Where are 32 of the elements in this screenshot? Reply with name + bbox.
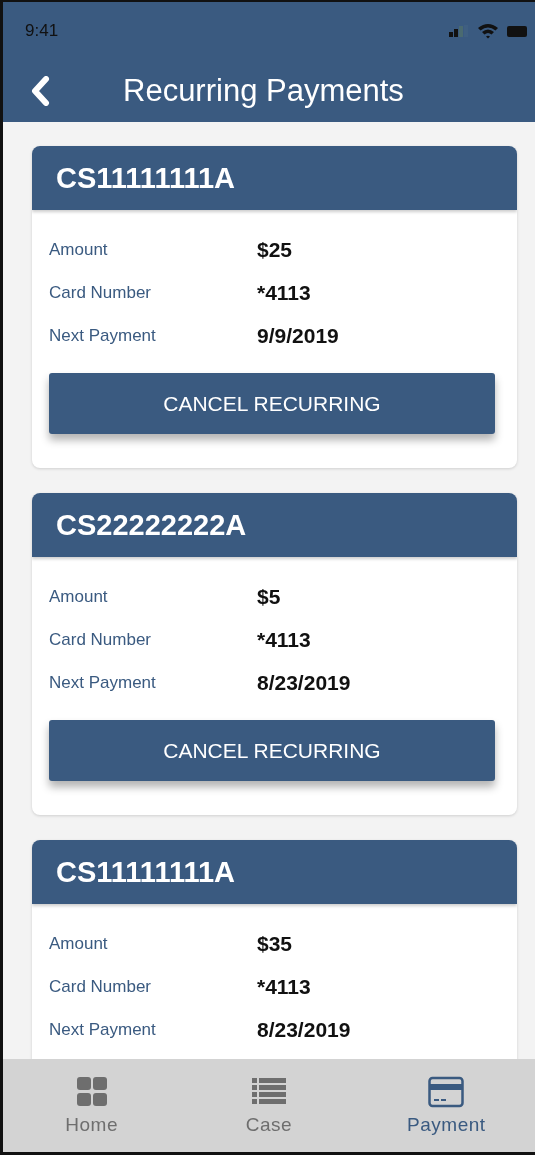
field-label: Card Number (49, 629, 153, 650)
case-id: CS22222222A (56, 508, 247, 542)
page-title: Recurring Payments (123, 73, 404, 109)
field-label: Next Payment (49, 1019, 157, 1040)
field-value: $25 (257, 237, 294, 262)
case-id: CS11111111A (56, 161, 236, 195)
field-value: *4113 (257, 974, 312, 999)
field-value: 9/9/2019 (257, 323, 340, 348)
cancel-button[interactable]: CANCEL RECURRING (49, 373, 495, 434)
tab-item[interactable]: Case (180, 1059, 358, 1152)
field-value: 8/23/2019 (257, 1017, 352, 1042)
cancel-button[interactable]: CANCEL RECURRING (49, 720, 495, 781)
field-value: $5 (257, 584, 282, 609)
battery-icon (507, 25, 527, 37)
field-label: Amount (49, 586, 109, 607)
case-id: CS11111111A (56, 855, 236, 889)
tab-item[interactable]: Payment (357, 1059, 535, 1152)
field-label: Next Payment (49, 672, 157, 693)
wifi-icon (477, 23, 499, 39)
back-icon[interactable] (29, 76, 51, 106)
field-value: $35 (257, 931, 294, 956)
field-label: Card Number (49, 976, 153, 997)
field-label: Card Number (49, 282, 153, 303)
field-label: Next Payment (49, 325, 157, 346)
field-label: Amount (49, 933, 109, 954)
tab-item[interactable]: Home (3, 1059, 181, 1152)
field-label: Amount (49, 239, 109, 260)
status-time: 9:41 (25, 21, 59, 41)
credit-card-icon (428, 1075, 465, 1108)
field-value: 8/23/2019 (257, 670, 352, 695)
field-value: *4113 (257, 627, 312, 652)
field-value: *4113 (257, 280, 312, 305)
